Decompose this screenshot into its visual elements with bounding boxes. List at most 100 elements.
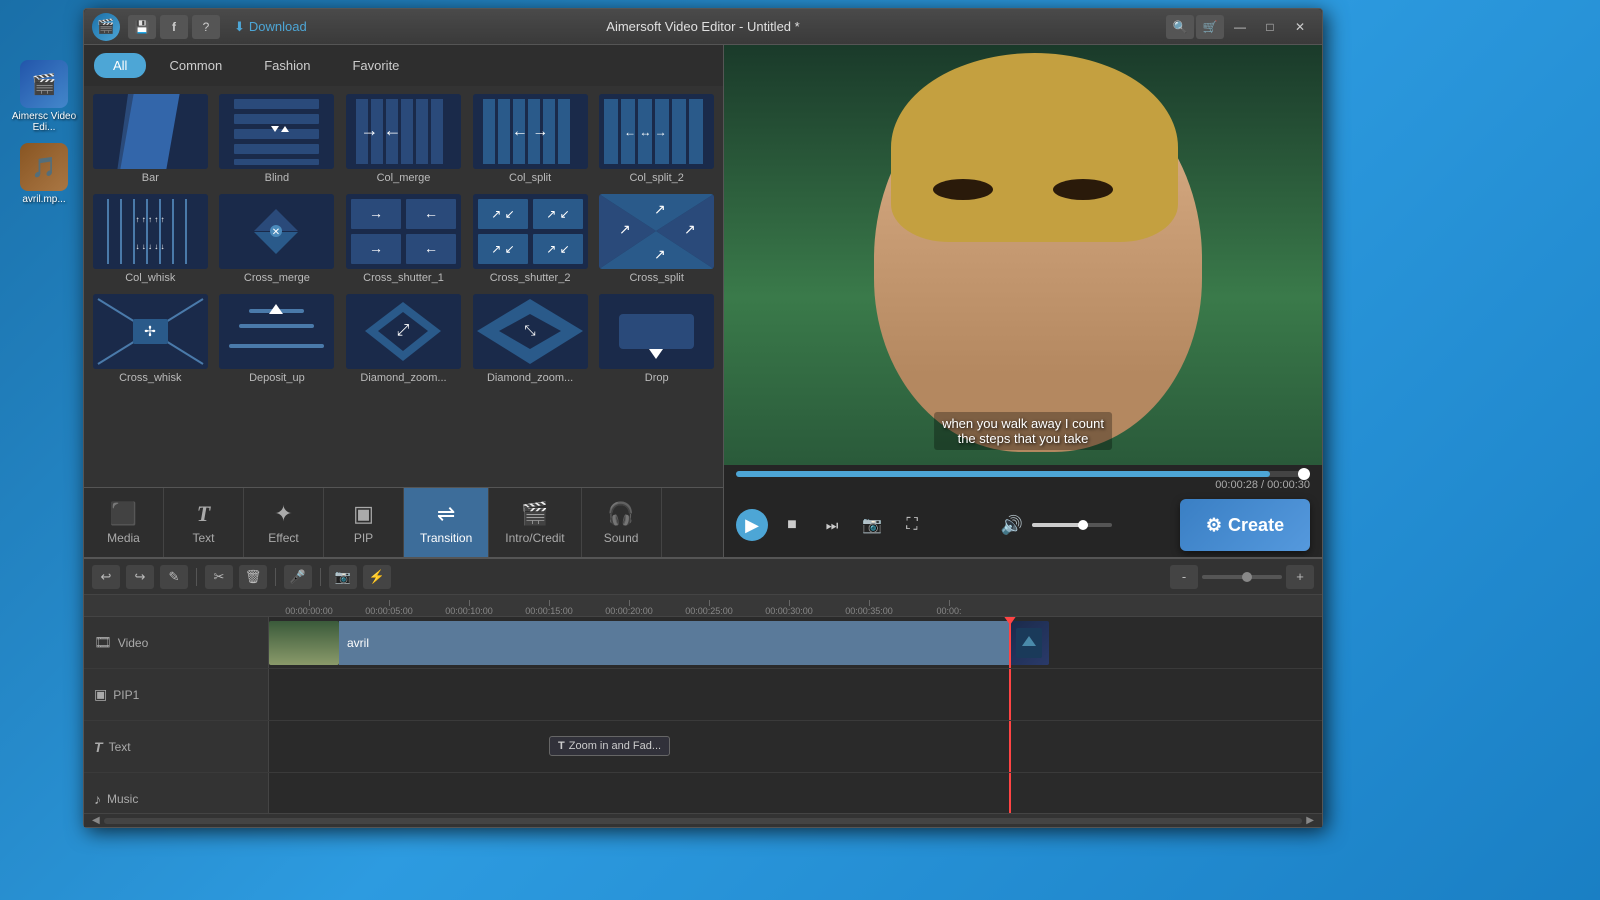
tab-pip[interactable]: ▣ PIP — [324, 488, 404, 557]
video-track-icon: 🎞 — [94, 634, 112, 651]
desktop-icon-app[interactable]: 🎬 Aimersc Video Edi... — [8, 60, 80, 133]
volume-thumb — [1078, 520, 1088, 530]
save-icon[interactable]: 💾 — [128, 15, 156, 39]
tab-sound[interactable]: 🎧 Sound — [582, 488, 662, 557]
zoom-track[interactable] — [1202, 575, 1282, 579]
volume-slider[interactable] — [1032, 523, 1112, 527]
subtitle-line2: the steps that you take — [942, 431, 1104, 446]
scroll-left-arrow[interactable]: ◀ — [88, 815, 104, 826]
filter-tab-favorite[interactable]: Favorite — [333, 53, 418, 78]
track-pip1-content[interactable] — [269, 669, 1322, 720]
scene-button[interactable]: ⚡ — [363, 565, 391, 589]
timeline-scrollbar[interactable]: ◀ ▶ — [84, 813, 1322, 827]
redo-button[interactable]: ↪ — [126, 565, 154, 589]
transition-cross-shutter-1[interactable]: → ← → ← Cross_shutter_1 — [341, 190, 466, 288]
desktop-icon-file[interactable]: 🎵 avril.mp... — [8, 143, 80, 205]
tab-effect[interactable]: ✦ Effect — [244, 488, 324, 557]
tab-media[interactable]: ⬛ Media — [84, 488, 164, 557]
svg-text:→ ←: → ← — [360, 120, 401, 140]
track-text-content[interactable]: T Zoom in and Fad... — [269, 721, 1322, 772]
progress-bar-track[interactable] — [736, 471, 1310, 477]
playback-controls: ▶ ■ ⏭ 📷 ⛶ 🔊 ⚙ Create — [724, 493, 1322, 557]
minimize-button[interactable]: — — [1226, 16, 1254, 38]
transition-col-split[interactable]: ← → Col_split — [468, 90, 593, 188]
svg-text:↗: ↗ — [654, 246, 666, 262]
snapshot-button[interactable]: 📷 — [856, 509, 888, 541]
delete-button[interactable]: 🗑 — [239, 565, 267, 589]
close-button[interactable]: ✕ — [1286, 16, 1314, 38]
scroll-right-arrow[interactable]: ▶ — [1302, 815, 1318, 826]
video-clip[interactable]: avril — [269, 621, 1009, 665]
track-music-name: Music — [107, 792, 138, 806]
transition-cross-split[interactable]: ↗ ↗ ↗ ↗ Cross_split — [594, 190, 719, 288]
tab-intro-credit[interactable]: 🎬 Intro/Credit — [489, 488, 581, 557]
transition-clip[interactable] — [1009, 621, 1049, 665]
edit-button[interactable]: ✎ — [160, 565, 188, 589]
tab-text[interactable]: T Text — [164, 488, 244, 557]
transition-cross-whisk-label: Cross_whisk — [119, 372, 181, 384]
help-icon[interactable]: ? — [192, 15, 220, 39]
transition-col-merge-label: Col_merge — [377, 172, 431, 184]
download-button[interactable]: ⬇ Download — [228, 17, 313, 37]
transition-cross-merge-label: Cross_merge — [244, 272, 310, 284]
app-title: Aimersoft Video Editor - Untitled * — [606, 19, 799, 34]
transition-blind[interactable]: Blind — [215, 90, 340, 188]
transition-diamond-zoom-1[interactable]: ⤢ Diamond_zoom... — [341, 290, 466, 388]
track-video-content[interactable]: avril — [269, 617, 1322, 668]
progress-section[interactable]: 00:00:28 / 00:00:30 — [724, 465, 1322, 493]
app-icon: 🎬 — [20, 60, 68, 108]
filter-tab-all[interactable]: All — [94, 53, 146, 78]
transition-cross-merge[interactable]: ✕ Cross_merge — [215, 190, 340, 288]
stop-button[interactable]: ■ — [776, 509, 808, 541]
ruler-marks: 00:00:00:00 00:00:05:00 00:00:10:00 00:0… — [84, 595, 1322, 616]
music-track-icon: ♪ — [94, 791, 101, 807]
desktop-icon-app-label: Aimersc Video Edi... — [8, 111, 80, 133]
playhead-pip1 — [1009, 669, 1011, 720]
cut-button[interactable]: ✂ — [205, 565, 233, 589]
volume-icon[interactable]: 🔊 — [996, 509, 1028, 541]
snapshot-tool-button[interactable]: 📷 — [329, 565, 357, 589]
voiceover-button[interactable]: 🎤 — [284, 565, 312, 589]
transition-bar[interactable]: Bar — [88, 90, 213, 188]
transition-cross-shutter-2[interactable]: ↗ ↙ ↗ ↙ ↗ ↙ ↗ ↙ Cross_shutter_2 — [468, 190, 593, 288]
create-button[interactable]: ⚙ Create — [1180, 499, 1310, 551]
step-forward-button[interactable]: ⏭ — [816, 509, 848, 541]
transition-drop[interactable]: Drop — [594, 290, 719, 388]
pip1-track-icon: ▣ — [94, 686, 107, 703]
transition-deposit-up-label: Deposit_up — [249, 372, 305, 384]
tab-transition[interactable]: ⇌ Transition — [404, 488, 489, 557]
tab-transition-label: Transition — [420, 531, 472, 545]
transition-diamond-zoom-2[interactable]: ⤡ Diamond_zoom... — [468, 290, 593, 388]
transition-diamond-zoom-2-thumb: ⤡ — [473, 294, 588, 369]
zoom-out-button[interactable]: - — [1170, 565, 1198, 589]
app-logo-icon: 🎬 — [92, 13, 120, 41]
maximize-button[interactable]: □ — [1256, 16, 1284, 38]
cart-icon[interactable]: 🛒 — [1196, 15, 1224, 39]
transition-col-whisk[interactable]: ↑ ↑ ↑ ↑ ↑ ↓ ↓ ↓ ↓ ↓ Col_whisk — [88, 190, 213, 288]
undo-button[interactable]: ↩ — [92, 565, 120, 589]
transition-col-split-2[interactable]: ← ↔ → Col_split_2 — [594, 90, 719, 188]
track-video-name: Video — [118, 636, 148, 650]
filter-tab-fashion[interactable]: Fashion — [245, 53, 329, 78]
ruler-mark-0: 00:00:00:00 — [269, 600, 349, 616]
timeline-tracks[interactable]: 🎞 Video avril — [84, 617, 1322, 813]
search-icon[interactable]: 🔍 — [1166, 15, 1194, 39]
track-music-content[interactable] — [269, 773, 1322, 813]
transition-col-merge[interactable]: → ← Col_merge — [341, 90, 466, 188]
filter-tab-common[interactable]: Common — [150, 53, 241, 78]
svg-text:→: → — [369, 205, 383, 221]
fullscreen-button[interactable]: ⛶ — [896, 509, 928, 541]
sound-icon: 🎧 — [607, 501, 634, 527]
transitions-grid-wrapper[interactable]: Bar — [84, 86, 723, 487]
zoom-in-button[interactable]: + — [1286, 565, 1314, 589]
scroll-track[interactable] — [104, 818, 1303, 824]
transition-blind-thumb — [219, 94, 334, 169]
toolbar-separator-1 — [196, 568, 197, 586]
app-window: 🎬 💾 f ? ⬇ Download Aimersoft Video Edito… — [83, 8, 1323, 828]
play-button[interactable]: ▶ — [736, 509, 768, 541]
transition-deposit-up-thumb — [219, 294, 334, 369]
transition-cross-whisk[interactable]: ✢ Cross_whisk — [88, 290, 213, 388]
facebook-icon[interactable]: f — [160, 15, 188, 39]
transition-deposit-up[interactable]: Deposit_up — [215, 290, 340, 388]
transition-col-merge-thumb: → ← — [346, 94, 461, 169]
